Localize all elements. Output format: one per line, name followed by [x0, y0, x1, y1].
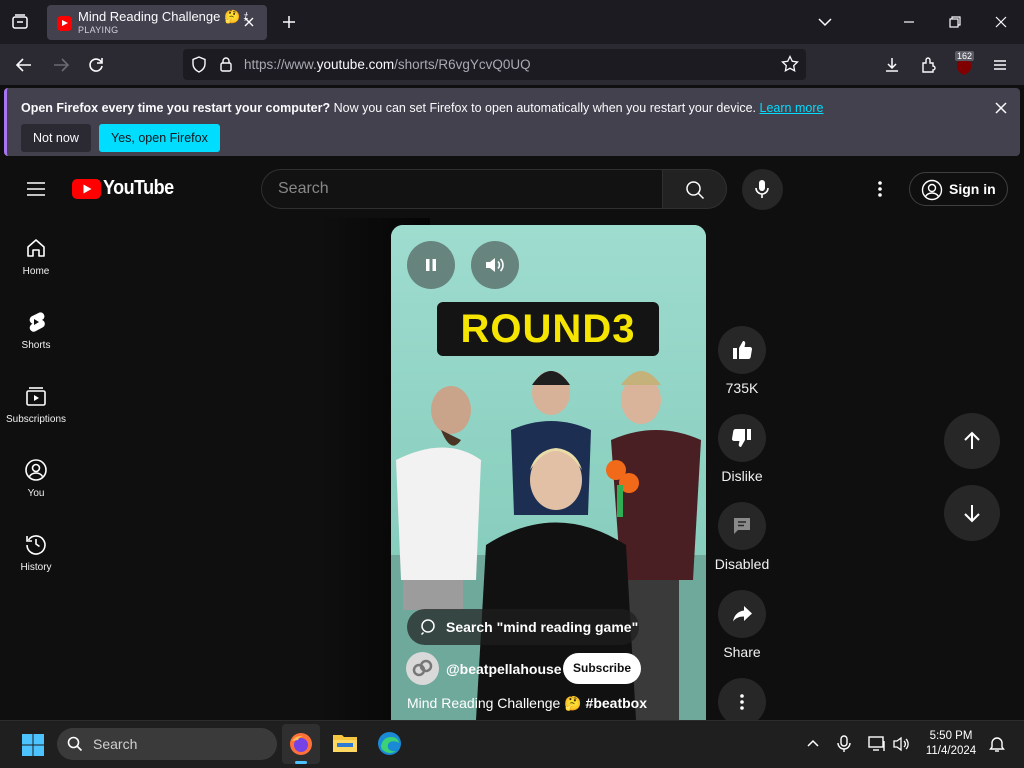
- like-button[interactable]: [718, 326, 766, 374]
- comments-button[interactable]: [718, 502, 766, 550]
- guide-item-history[interactable]: History: [0, 532, 72, 573]
- windows-start-icon[interactable]: [21, 733, 45, 757]
- lock-icon[interactable]: [219, 56, 233, 73]
- url-bar[interactable]: https://www.youtube.com/shorts/R6vgYcvQ0…: [183, 49, 806, 80]
- edge-icon[interactable]: [377, 731, 402, 756]
- firefox-icon: [290, 733, 312, 755]
- volume-tray-icon[interactable]: [892, 735, 910, 753]
- comment-icon: [734, 518, 750, 534]
- channel-avatar[interactable]: [406, 652, 439, 685]
- downloads-icon[interactable]: [883, 56, 901, 74]
- forward-icon[interactable]: [52, 56, 70, 74]
- search-icon: [420, 619, 435, 636]
- voice-search-button[interactable]: [742, 169, 783, 210]
- video-frame: [391, 225, 706, 720]
- sign-in-button[interactable]: Sign in: [909, 172, 1008, 206]
- tab-list-icon[interactable]: [11, 13, 29, 31]
- not-now-button[interactable]: Not now: [21, 124, 91, 152]
- yes-open-firefox-button[interactable]: Yes, open Firefox: [99, 124, 220, 152]
- guide-item-you[interactable]: You: [0, 458, 72, 499]
- notifications-bell-icon[interactable]: [988, 735, 1006, 753]
- youtube-favicon-icon: [57, 16, 72, 31]
- youtube-logo-icon[interactable]: [72, 179, 101, 199]
- home-icon: [27, 239, 45, 257]
- microphone-icon: [755, 180, 769, 198]
- dislike-button[interactable]: [718, 414, 766, 462]
- new-tab-icon[interactable]: [281, 14, 297, 30]
- tab-strip: Mind Reading Challenge 🤔 #beatbox PLAYIN…: [0, 0, 1024, 44]
- extensions-icon[interactable]: [920, 56, 938, 74]
- menu-icon[interactable]: [991, 56, 1009, 74]
- share-button[interactable]: [718, 590, 766, 638]
- taskbar-firefox[interactable]: [282, 724, 320, 764]
- channel-name[interactable]: @beatpellahouse: [446, 661, 562, 677]
- thumbs-up-icon: [733, 341, 753, 360]
- close-notification-icon[interactable]: [994, 101, 1008, 115]
- round-overlay-banner: ROUND3: [437, 302, 659, 356]
- taskbar-clock[interactable]: 5:50 PM 11/4/2024: [916, 729, 986, 759]
- hamburger-menu-icon[interactable]: [26, 180, 46, 198]
- youtube-logo-text[interactable]: YouTube: [103, 177, 174, 200]
- history-icon: [26, 535, 46, 555]
- show-hidden-icons-icon[interactable]: [805, 736, 821, 752]
- clock-date: 11/4/2024: [925, 745, 977, 757]
- next-short-button[interactable]: [944, 485, 1000, 541]
- notification-bar: Open Firefox every time you restart your…: [4, 88, 1020, 156]
- bookmark-star-icon[interactable]: [781, 55, 799, 73]
- pause-button[interactable]: [407, 241, 455, 289]
- volume-button[interactable]: [471, 241, 519, 289]
- volume-icon: [486, 258, 504, 272]
- restore-icon[interactable]: [948, 15, 962, 29]
- youtube-search-input[interactable]: Search: [261, 169, 663, 209]
- share-icon: [733, 606, 752, 622]
- more-options-icon[interactable]: [874, 179, 886, 199]
- notification-message: Open Firefox every time you restart your…: [21, 101, 824, 115]
- reload-icon[interactable]: [87, 56, 105, 74]
- back-icon[interactable]: [15, 56, 33, 74]
- account-icon: [921, 179, 943, 201]
- pause-icon: [426, 259, 436, 271]
- search-icon: [686, 181, 705, 200]
- share-label: Share: [723, 644, 761, 660]
- shorts-icon: [29, 312, 45, 332]
- more-actions-button[interactable]: [718, 678, 766, 726]
- more-vert-icon: [740, 694, 744, 710]
- tab-title: Mind Reading Challenge 🤔 #beatbox: [78, 9, 248, 24]
- tracking-protection-shield-icon[interactable]: [191, 56, 207, 73]
- dislike-label: Dislike: [721, 468, 763, 484]
- extension-badge: 162: [955, 51, 975, 61]
- active-tab[interactable]: Mind Reading Challenge 🤔 #beatbox PLAYIN…: [47, 5, 267, 40]
- like-count: 735K: [725, 380, 759, 396]
- guide-item-subscriptions[interactable]: Subscriptions: [0, 384, 72, 425]
- close-tab-icon[interactable]: [241, 14, 257, 30]
- taskbar-search[interactable]: Search: [57, 728, 277, 760]
- search-icon: [67, 736, 83, 752]
- previous-short-button[interactable]: [944, 413, 1000, 469]
- file-explorer-icon[interactable]: [332, 732, 358, 754]
- thumbs-down-icon: [731, 428, 751, 447]
- video-search-suggestion[interactable]: Search "mind reading game": [407, 609, 639, 645]
- microphone-tray-icon[interactable]: [836, 734, 852, 754]
- youtube-search-button[interactable]: [662, 169, 727, 209]
- network-icon[interactable]: [867, 735, 887, 753]
- short-video-player[interactable]: ROUND3 Search "mind reading game" @beatp…: [391, 225, 706, 720]
- you-icon: [25, 459, 47, 481]
- guide-item-home[interactable]: Home: [0, 236, 72, 277]
- url-text[interactable]: https://www.youtube.com/shorts/R6vgYcvQ0…: [244, 57, 531, 72]
- chevron-down-icon[interactable]: [817, 15, 833, 29]
- comments-label: Disabled: [714, 556, 770, 572]
- minimize-icon[interactable]: [902, 15, 916, 29]
- subscribe-button[interactable]: Subscribe: [563, 653, 641, 684]
- arrow-down-icon: [964, 505, 980, 523]
- learn-more-link[interactable]: Learn more: [760, 101, 824, 115]
- short-title[interactable]: Mind Reading Challenge 🤔 #beatbox: [407, 695, 647, 712]
- arrow-up-icon: [964, 431, 980, 449]
- guide-item-shorts[interactable]: Shorts: [0, 310, 72, 351]
- ublock-extension-icon[interactable]: 162: [953, 51, 975, 75]
- clock-time: 5:50 PM: [929, 730, 973, 742]
- close-window-icon[interactable]: [994, 15, 1008, 29]
- tab-status: PLAYING: [78, 25, 119, 35]
- subscriptions-icon: [26, 387, 46, 406]
